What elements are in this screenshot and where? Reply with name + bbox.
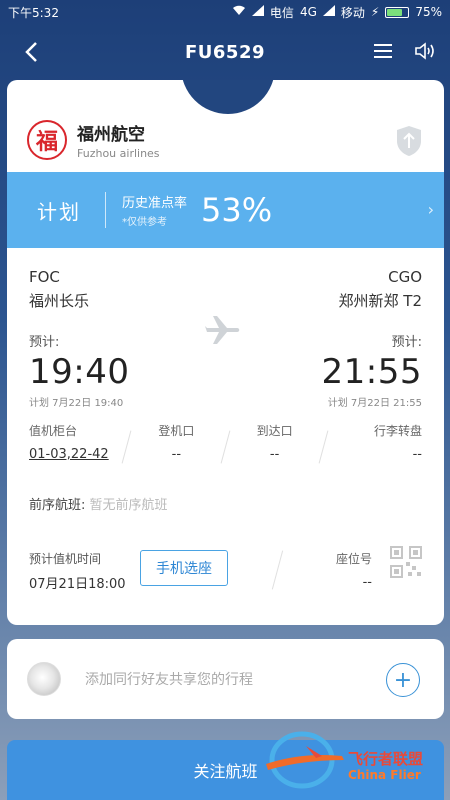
seat-select-button[interactable]: 手机选座 bbox=[140, 550, 228, 586]
share-placeholder: 添加同行好友共享您的行程 bbox=[85, 672, 253, 688]
follow-flight-button[interactable]: 关注航班 bbox=[7, 740, 444, 800]
arrival-planned: 计划 7月22日 21:55 bbox=[327, 398, 422, 409]
checkin-time-label: 预计值机时间 bbox=[29, 552, 102, 566]
battery-percent: 75% bbox=[415, 5, 442, 19]
arrival-time: 21:55 bbox=[321, 352, 422, 392]
arrival-airport: 郑州新郑 T2 bbox=[338, 292, 422, 310]
departure-time: 19:40 bbox=[29, 352, 130, 392]
add-companion-button[interactable]: + bbox=[386, 663, 420, 697]
flight-status: 计划 bbox=[37, 199, 81, 224]
card-notch bbox=[181, 80, 275, 114]
sound-button[interactable] bbox=[410, 36, 440, 66]
chevron-right-icon: › bbox=[427, 200, 434, 219]
checkin-time-value: 07月21日18:00 bbox=[29, 577, 126, 592]
network-type: 4G bbox=[299, 5, 317, 19]
flight-info-grid: 值机柜台 01-03,22-42 登机口 -- 到达口 -- 行李转盘 -- bbox=[29, 422, 422, 472]
airplane-icon bbox=[205, 316, 240, 344]
clock: 下午5:32 bbox=[8, 5, 59, 20]
arrival-estimate-label: 预计: bbox=[391, 335, 422, 350]
status-bar-banner[interactable]: 计划 历史准点率 *仅供参考 53% › bbox=[7, 172, 444, 248]
battery-icon bbox=[385, 6, 410, 18]
chevron-left-icon bbox=[25, 42, 37, 62]
signal-icon-2 bbox=[322, 5, 335, 19]
seat-number: 座位号 -- bbox=[336, 550, 372, 590]
status-icons: 电信 4G 移动 ⚡ 75% bbox=[232, 4, 442, 21]
shield-icon[interactable] bbox=[394, 124, 424, 158]
header: FU6529 bbox=[0, 24, 450, 80]
plus-icon: + bbox=[393, 667, 413, 693]
menu-icon bbox=[374, 44, 392, 58]
share-trip-card[interactable]: 添加同行好友共享您的行程 + bbox=[7, 639, 444, 719]
ontime-label: 历史准点率 bbox=[122, 196, 188, 211]
seat-value: -- bbox=[362, 575, 372, 590]
ontime-percent: 53% bbox=[201, 191, 273, 229]
airline-info: 福 福州航空 Fuzhou airlines bbox=[27, 120, 160, 160]
departure-estimate-label: 预计: bbox=[29, 335, 60, 350]
divider bbox=[105, 192, 106, 228]
speaker-icon bbox=[415, 42, 434, 60]
charging-icon: ⚡ bbox=[370, 5, 380, 19]
avatar bbox=[27, 662, 61, 696]
signal-icon bbox=[251, 5, 264, 19]
airline-name-en: Fuzhou airlines bbox=[77, 147, 160, 160]
airline-name: 福州航空 bbox=[77, 125, 145, 145]
airline-logo: 福 bbox=[27, 120, 67, 160]
departure: FOC 福州长乐 预计: 19:40 计划 7月22日 19:40 bbox=[29, 268, 129, 409]
departure-code: FOC bbox=[29, 268, 60, 286]
boarding-gate: 登机口 -- bbox=[127, 422, 230, 472]
carrier-1: 电信 bbox=[269, 5, 294, 20]
previous-flight: 前序航班: 暂无前序航班 bbox=[29, 494, 168, 513]
departure-planned: 计划 7月22日 19:40 bbox=[29, 398, 124, 409]
flight-card: 福 福州航空 Fuzhou airlines 计划 历史准点率 *仅供参考 53… bbox=[7, 80, 444, 625]
status-bar: 下午5:32 电信 4G 移动 ⚡ 75% bbox=[0, 0, 450, 24]
back-button[interactable] bbox=[16, 34, 46, 70]
arrival: CGO 郑州新郑 T2 预计: 21:55 计划 7月22日 21:55 bbox=[322, 268, 422, 409]
checkin-counter: 值机柜台 01-03,22-42 bbox=[29, 422, 132, 472]
previous-flight-label: 前序航班: bbox=[29, 498, 86, 513]
baggage-carousel: 行李转盘 -- bbox=[373, 424, 422, 462]
wifi-icon bbox=[232, 5, 246, 19]
arrival-gate: 到达口 -- bbox=[226, 422, 329, 472]
checkin-counter-value[interactable]: 01-03,22-42 bbox=[29, 447, 127, 462]
qr-code-icon[interactable] bbox=[390, 546, 422, 578]
ontime-note: *仅供参考 bbox=[122, 217, 167, 228]
page-title: FU6529 bbox=[184, 41, 265, 63]
menu-button[interactable] bbox=[368, 36, 398, 66]
checkin-time-block: 预计值机时间 07月21日18:00 bbox=[29, 550, 126, 592]
carrier-2: 移动 bbox=[340, 5, 365, 20]
previous-flight-value: 暂无前序航班 bbox=[89, 498, 168, 513]
arrival-code: CGO bbox=[388, 268, 422, 286]
departure-airport: 福州长乐 bbox=[29, 292, 90, 310]
seat-label: 座位号 bbox=[335, 552, 372, 566]
